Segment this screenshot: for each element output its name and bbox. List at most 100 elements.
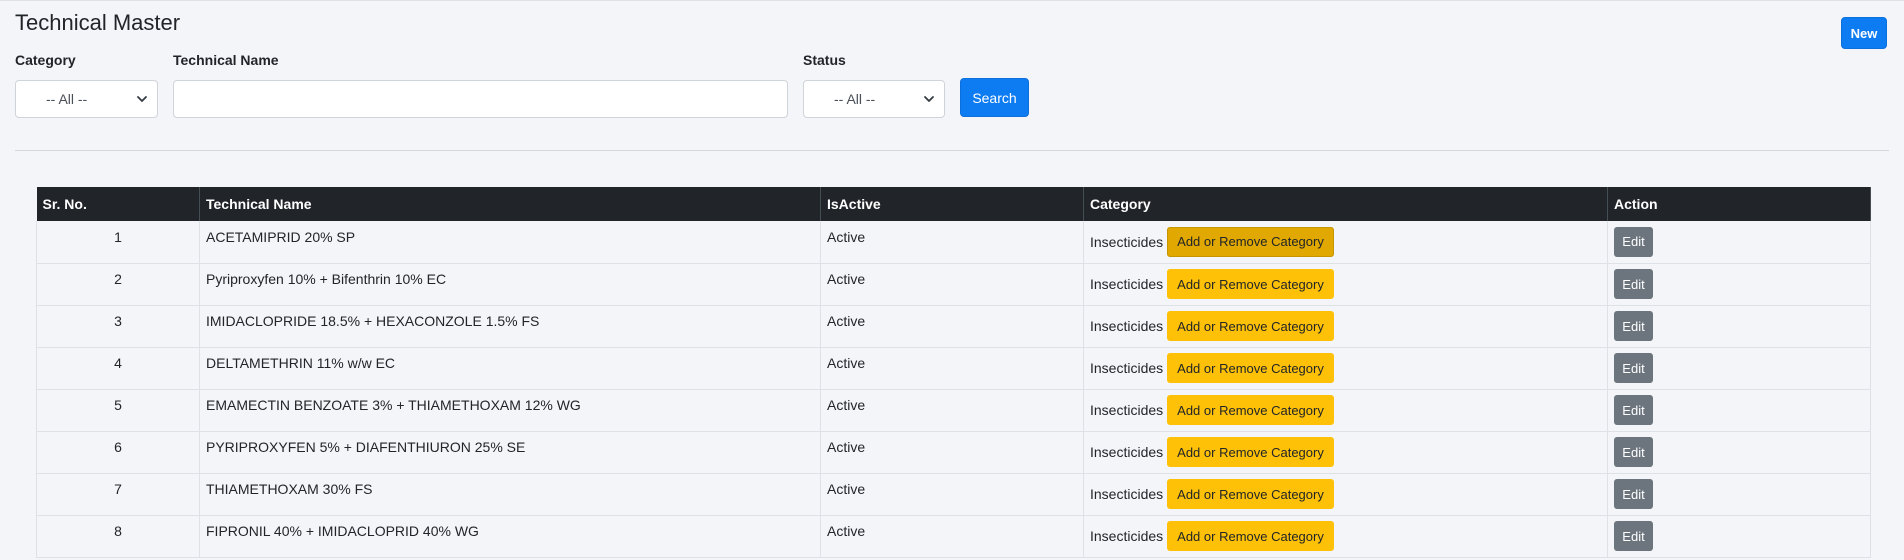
chevron-down-icon — [924, 96, 934, 102]
action-cell: Edit — [1607, 263, 1871, 306]
add-remove-category-button[interactable]: Add or Remove Category — [1167, 311, 1334, 341]
add-remove-category-button[interactable]: Add or Remove Category — [1167, 226, 1334, 257]
category-cell: Insecticides Add or Remove Category — [1083, 305, 1608, 348]
technical-name: IMIDACLOPRIDE 18.5% + HEXACONZOLE 1.5% F… — [206, 313, 540, 329]
category-text: Insecticides — [1090, 486, 1164, 502]
add-remove-category-button[interactable]: Add or Remove Category — [1167, 353, 1334, 383]
sr-no: 8 — [114, 523, 122, 539]
technical-name-input[interactable] — [173, 80, 788, 118]
status-text: Active — [827, 439, 866, 455]
category-text: Insecticides — [1090, 402, 1164, 418]
technical-name-cell: THIAMETHOXAM 30% FS — [199, 473, 821, 516]
category-label: Category — [15, 52, 76, 68]
sr-no: 6 — [114, 439, 122, 455]
sr-no-cell: 8 — [36, 515, 200, 558]
table-row: 8 FIPRONIL 40% + IMIDACLOPRID 40% WG Act… — [36, 515, 1871, 558]
header-category[interactable]: Category — [1083, 187, 1608, 221]
status-cell: Active — [820, 389, 1084, 432]
technical-name: FIPRONIL 40% + IMIDACLOPRID 40% WG — [206, 523, 479, 539]
technical-name-cell: FIPRONIL 40% + IMIDACLOPRID 40% WG — [199, 515, 821, 558]
action-cell: Edit — [1607, 347, 1871, 390]
table-row: 2 Pyriproxyfen 10% + Bifenthrin 10% EC A… — [36, 263, 1871, 306]
status-text: Active — [827, 313, 866, 329]
top-border — [0, 0, 1904, 1]
status-select[interactable]: -- All -- — [803, 80, 945, 118]
category-text: Insecticides — [1090, 318, 1164, 334]
technical-name: EMAMECTIN BENZOATE 3% + THIAMETHOXAM 12%… — [206, 397, 581, 413]
sr-no: 3 — [114, 313, 122, 329]
status-cell: Active — [820, 473, 1084, 516]
technical-name-cell: DELTAMETHRIN 11% w/w EC — [199, 347, 821, 390]
sr-no-cell: 4 — [36, 347, 200, 390]
add-remove-category-button[interactable]: Add or Remove Category — [1167, 395, 1334, 425]
action-cell: Edit — [1607, 389, 1871, 432]
edit-button[interactable]: Edit — [1614, 226, 1653, 257]
sr-no-cell: 6 — [36, 431, 200, 474]
action-cell: Edit — [1607, 305, 1871, 348]
edit-button[interactable]: Edit — [1614, 311, 1653, 341]
technical-name-cell: PYRIPROXYFEN 5% + DIAFENTHIURON 25% SE — [199, 431, 821, 474]
category-cell: Insecticides Add or Remove Category — [1083, 263, 1608, 306]
add-remove-category-button[interactable]: Add or Remove Category — [1167, 269, 1334, 299]
category-select[interactable]: -- All -- — [15, 80, 158, 118]
sr-no-cell: 7 — [36, 473, 200, 516]
sr-no-cell: 3 — [36, 305, 200, 348]
technical-name: THIAMETHOXAM 30% FS — [206, 481, 373, 497]
page-title: Technical Master — [15, 10, 181, 35]
status-cell: Active — [820, 263, 1084, 306]
status-cell: Active — [820, 431, 1084, 474]
status-text: Active — [827, 228, 866, 245]
search-button[interactable]: Search — [960, 78, 1029, 117]
technical-name-cell: EMAMECTIN BENZOATE 3% + THIAMETHOXAM 12%… — [199, 389, 821, 432]
technical-name: ACETAMIPRID 20% SP — [206, 228, 356, 245]
status-text: Active — [827, 481, 866, 497]
header-sr-no[interactable]: Sr. No. — [36, 187, 200, 221]
technical-name: PYRIPROXYFEN 5% + DIAFENTHIURON 25% SE — [206, 439, 526, 455]
category-cell: Insecticides Add or Remove Category — [1083, 347, 1608, 390]
table-header-row: Sr. No. Technical Name IsActive Category… — [36, 187, 1871, 221]
edit-button[interactable]: Edit — [1614, 395, 1653, 425]
chevron-down-icon — [137, 96, 147, 102]
table-row: 4 DELTAMETHRIN 11% w/w EC Active Insecti… — [36, 347, 1871, 390]
status-select-value: -- All -- — [834, 91, 876, 107]
table-row: 6 PYRIPROXYFEN 5% + DIAFENTHIURON 25% SE… — [36, 431, 1871, 474]
technical-table: Sr. No. Technical Name IsActive Category… — [36, 187, 1871, 558]
table-row: 7 THIAMETHOXAM 30% FS Active Insecticide… — [36, 473, 1871, 516]
divider — [15, 150, 1889, 151]
table-row: 1 ACETAMIPRID 20% SP Active Insecticides… — [36, 221, 1871, 264]
sr-no: 2 — [114, 271, 122, 287]
header-action[interactable]: Action — [1607, 187, 1871, 221]
edit-button[interactable]: Edit — [1614, 479, 1653, 509]
add-remove-category-button[interactable]: Add or Remove Category — [1167, 479, 1334, 509]
status-text: Active — [827, 523, 866, 539]
sr-no-cell: 1 — [36, 221, 200, 264]
edit-button[interactable]: Edit — [1614, 521, 1653, 551]
action-cell: Edit — [1607, 473, 1871, 516]
status-cell: Active — [820, 515, 1084, 558]
status-cell: Active — [820, 347, 1084, 390]
category-cell: Insecticides Add or Remove Category — [1083, 431, 1608, 474]
header-isactive[interactable]: IsActive — [820, 187, 1084, 221]
category-text: Insecticides — [1090, 233, 1164, 250]
technical-name: DELTAMETHRIN 11% w/w EC — [206, 355, 396, 371]
sr-no: 1 — [114, 228, 122, 245]
status-cell: Active — [820, 305, 1084, 348]
new-button[interactable]: New — [1841, 17, 1887, 49]
header-technical-name[interactable]: Technical Name — [199, 187, 821, 221]
table-row: 3 IMIDACLOPRIDE 18.5% + HEXACONZOLE 1.5%… — [36, 305, 1871, 348]
add-remove-category-button[interactable]: Add or Remove Category — [1167, 437, 1334, 467]
add-remove-category-button[interactable]: Add or Remove Category — [1167, 521, 1334, 551]
category-cell: Insecticides Add or Remove Category — [1083, 221, 1608, 264]
category-text: Insecticides — [1090, 444, 1164, 460]
sr-no: 4 — [114, 355, 122, 371]
edit-button[interactable]: Edit — [1614, 437, 1653, 467]
technical-name: Pyriproxyfen 10% + Bifenthrin 10% EC — [206, 271, 447, 287]
category-cell: Insecticides Add or Remove Category — [1083, 515, 1608, 558]
edit-button[interactable]: Edit — [1614, 353, 1653, 383]
edit-button[interactable]: Edit — [1614, 269, 1653, 299]
sr-no-cell: 2 — [36, 263, 200, 306]
sr-no: 5 — [114, 397, 122, 413]
status-cell: Active — [820, 221, 1084, 264]
status-text: Active — [827, 397, 866, 413]
category-text: Insecticides — [1090, 276, 1164, 292]
